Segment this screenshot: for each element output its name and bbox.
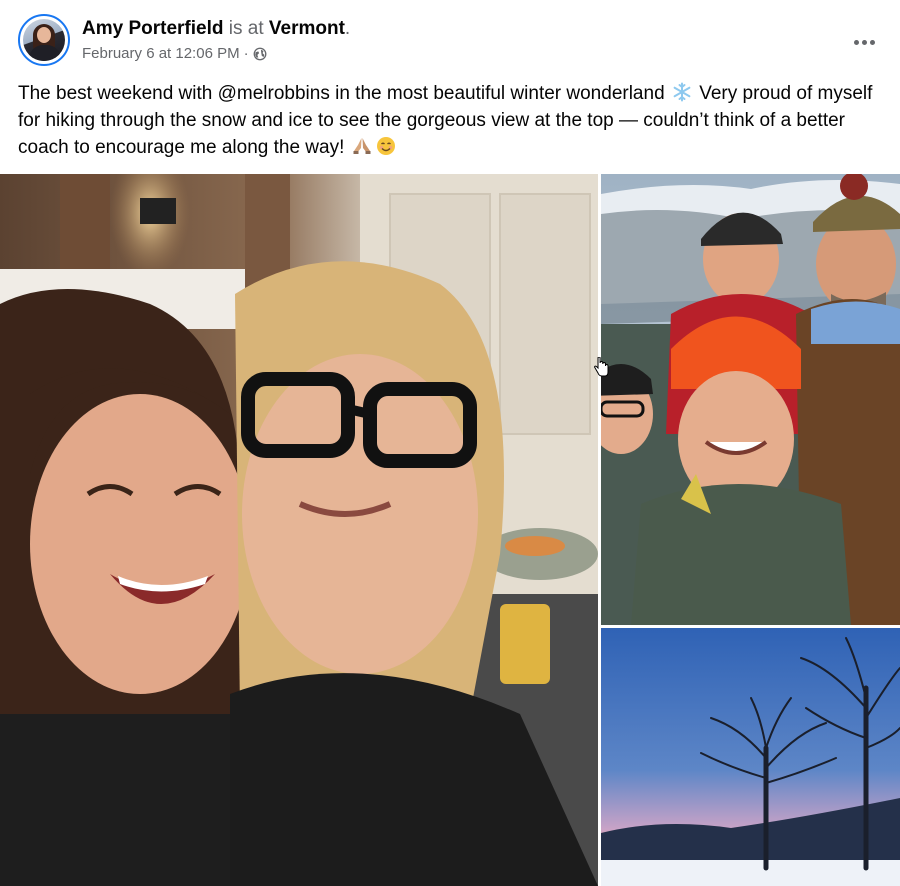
- meta-separator: ·: [243, 45, 249, 62]
- author-line: Amy Porterfield is at Vermont.: [82, 17, 350, 41]
- author-avatar[interactable]: [18, 14, 70, 66]
- post-caption: The best weekend with @melrobbins in the…: [18, 80, 882, 161]
- facebook-post: Amy Porterfield is at Vermont. February …: [0, 0, 900, 886]
- hiking-group-photo[interactable]: [601, 174, 900, 625]
- post-meta: February 6 at 12:06 PM ·: [82, 44, 267, 64]
- smiling-face-emoji: [376, 137, 395, 155]
- winter-sunset-photo[interactable]: [601, 628, 900, 886]
- author-name[interactable]: Amy Porterfield: [82, 18, 223, 39]
- caption-text-1: The best weekend with @melrobbins in the…: [18, 83, 665, 104]
- location-suffix: .: [344, 18, 351, 39]
- avatar-image: [23, 19, 65, 61]
- location-link[interactable]: Vermont: [269, 18, 345, 39]
- location-prefix: is at: [223, 18, 269, 39]
- globe-icon[interactable]: [253, 47, 267, 61]
- post-timestamp[interactable]: February 6 at 12:06 PM: [82, 44, 240, 64]
- selfie-photo[interactable]: [0, 174, 598, 886]
- snowflake-emoji: [673, 82, 691, 102]
- more-options-icon[interactable]: [846, 24, 882, 60]
- post-header: Amy Porterfield is at Vermont. February …: [18, 14, 882, 68]
- hand-cursor-icon: [593, 357, 609, 377]
- folded-hands-emoji: [353, 138, 371, 154]
